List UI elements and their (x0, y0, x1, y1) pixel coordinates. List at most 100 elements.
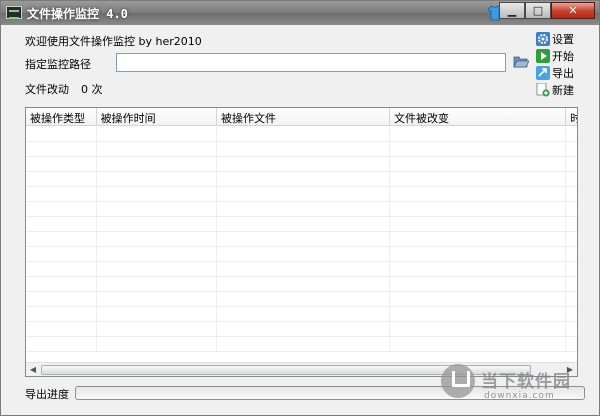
table-cell (390, 217, 567, 232)
table-cell (26, 217, 97, 232)
start-button[interactable]: 开始 (536, 48, 574, 64)
table-cell (390, 172, 567, 187)
table-cell (390, 247, 567, 262)
title-bar[interactable]: 文件操作监控 4.0 ▁ □ ✕ (1, 1, 599, 25)
table-cell (217, 217, 391, 232)
table-cell (217, 202, 391, 217)
column-header-time[interactable]: 被操作时间 (97, 108, 217, 126)
watermark-logo-icon (441, 364, 475, 398)
table-cell (566, 217, 577, 232)
settings-button[interactable]: 设置 (536, 31, 574, 47)
table-row[interactable] (26, 337, 577, 352)
table-row[interactable] (26, 157, 577, 172)
table-row[interactable] (26, 277, 577, 292)
table-header: 被操作类型 被操作时间 被操作文件 文件被改变 时 (26, 108, 577, 126)
table-cell (566, 337, 577, 352)
table-row[interactable] (26, 172, 577, 187)
table-cell (26, 172, 97, 187)
changes-count: 0 次 (81, 83, 103, 96)
table-row[interactable] (26, 262, 577, 277)
table-row[interactable] (26, 232, 577, 247)
table-cell (390, 307, 567, 322)
table-cell (390, 127, 567, 142)
table-cell (566, 262, 577, 277)
app-window: 文件操作监控 4.0 ▁ □ ✕ 欢迎使用文件操作监控 by her2010 指… (0, 0, 600, 416)
scroll-left-icon[interactable]: ◀ (26, 364, 40, 376)
table-cell (97, 307, 217, 322)
table-cell (566, 172, 577, 187)
table-cell (390, 322, 567, 337)
table-cell (390, 262, 567, 277)
column-header-changed[interactable]: 文件被改变 (390, 108, 567, 126)
table-cell (97, 172, 217, 187)
table-row[interactable] (26, 127, 577, 142)
table-cell (26, 262, 97, 277)
table-cell (566, 277, 577, 292)
table-row[interactable] (26, 187, 577, 202)
table-cell (26, 187, 97, 202)
column-header-type[interactable]: 被操作类型 (26, 108, 97, 126)
table-cell (26, 247, 97, 262)
path-input[interactable] (116, 53, 506, 72)
table-cell (390, 292, 567, 307)
table-cell (26, 337, 97, 352)
table-cell (217, 277, 391, 292)
table-cell (217, 142, 391, 157)
export-button[interactable]: 导出 (536, 65, 574, 81)
operations-table[interactable]: 被操作类型 被操作时间 被操作文件 文件被改变 时 ◀ ▶ (25, 107, 578, 377)
folder-open-icon[interactable] (513, 55, 529, 69)
table-cell (97, 247, 217, 262)
maximize-button[interactable]: □ (525, 2, 551, 19)
table-cell (217, 337, 391, 352)
minimize-button[interactable]: ▁ (499, 2, 525, 19)
table-row[interactable] (26, 217, 577, 232)
table-cell (217, 157, 391, 172)
table-cell (26, 307, 97, 322)
table-cell (390, 337, 567, 352)
new-icon (536, 83, 550, 97)
table-cell (390, 202, 567, 217)
table-row[interactable] (26, 322, 577, 337)
table-cell (26, 127, 97, 142)
table-cell (26, 322, 97, 337)
table-row[interactable] (26, 247, 577, 262)
table-row[interactable] (26, 307, 577, 322)
table-body (26, 127, 577, 363)
table-cell (97, 202, 217, 217)
table-cell (97, 292, 217, 307)
export-label: 导出 (552, 67, 574, 80)
column-header-file[interactable]: 被操作文件 (217, 108, 391, 126)
new-label: 新建 (552, 84, 574, 97)
table-cell (566, 247, 577, 262)
table-cell (97, 262, 217, 277)
table-cell (26, 142, 97, 157)
new-button[interactable]: 新建 (536, 82, 574, 98)
app-icon (6, 6, 22, 19)
column-header-extra[interactable]: 时 (566, 108, 577, 126)
path-label: 指定监控路径 (25, 58, 91, 71)
table-cell (97, 127, 217, 142)
settings-label: 设置 (552, 33, 574, 46)
table-cell (566, 292, 577, 307)
watermark-title: 当下软件园 (481, 372, 571, 392)
table-row[interactable] (26, 202, 577, 217)
table-cell (566, 187, 577, 202)
table-cell (97, 337, 217, 352)
table-row[interactable] (26, 142, 577, 157)
welcome-text: 欢迎使用文件操作监控 by her2010 (25, 35, 202, 48)
table-cell (97, 187, 217, 202)
table-cell (97, 142, 217, 157)
close-button[interactable]: ✕ (551, 2, 595, 19)
table-cell (566, 142, 577, 157)
progress-label: 导出进度 (25, 388, 69, 401)
table-cell (566, 322, 577, 337)
play-icon (536, 49, 550, 63)
table-row[interactable] (26, 292, 577, 307)
table-cell (217, 262, 391, 277)
table-cell (217, 322, 391, 337)
table-cell (97, 217, 217, 232)
changes-label: 文件改动 (25, 83, 69, 96)
table-cell (97, 232, 217, 247)
table-cell (566, 232, 577, 247)
table-cell (390, 142, 567, 157)
